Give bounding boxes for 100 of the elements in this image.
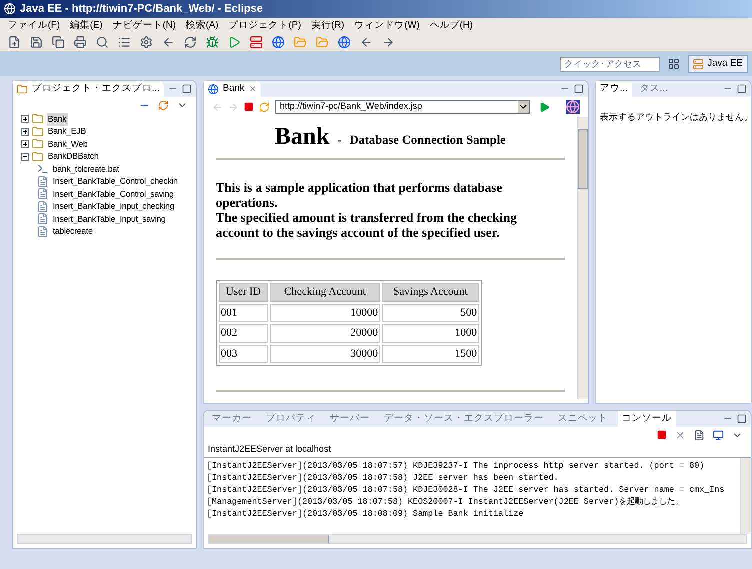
horizontal-scrollbar[interactable] bbox=[208, 534, 747, 544]
gear-icon[interactable] bbox=[140, 36, 153, 49]
table-cell: 1000 bbox=[382, 324, 480, 342]
expand-icon[interactable] bbox=[21, 115, 29, 124]
file-icon bbox=[37, 200, 49, 213]
back-icon[interactable] bbox=[360, 36, 373, 49]
process-label: InstantJ2EEServer at localhost bbox=[204, 443, 751, 458]
console-line: [InstantJ2EEServer](2013/03/05 18:07:58) KDJE30028-I The J2EE server has started. Server name = cmx_Ins bbox=[207, 484, 726, 496]
expand-icon[interactable] bbox=[21, 140, 29, 148]
table-cell: 1500 bbox=[382, 344, 480, 363]
bug-icon[interactable] bbox=[206, 36, 219, 49]
description-text: This is a sample application that performs database operations. bbox=[216, 180, 504, 210]
url-field[interactable]: http://tiwin7-pc/Bank_Web/index.jsp bbox=[275, 100, 530, 114]
list-icon[interactable] bbox=[118, 36, 131, 49]
globe-icon[interactable] bbox=[566, 100, 580, 114]
perspective-button[interactable]: Java EE bbox=[688, 55, 748, 73]
printer-icon[interactable] bbox=[74, 36, 87, 49]
menu-item[interactable]: 検索(A) bbox=[186, 18, 219, 34]
vertical-scrollbar[interactable] bbox=[740, 458, 751, 534]
menu-item[interactable]: プロジェクト(P) bbox=[228, 18, 302, 34]
file-icon bbox=[37, 188, 49, 200]
empty-outline-message: 表示するアウトラインはありません。 bbox=[599, 111, 751, 124]
globe-icon[interactable] bbox=[338, 36, 351, 49]
expand-icon[interactable] bbox=[21, 128, 29, 136]
table-cell: 20000 bbox=[270, 324, 380, 342]
file-icon bbox=[37, 226, 49, 238]
app-icon bbox=[4, 3, 16, 15]
console-line: [InstantJ2EEServer](2013/03/05 18:07:58) J2EE server has been started. bbox=[207, 472, 560, 484]
column-header: Checking Account bbox=[270, 283, 380, 302]
forward-icon[interactable] bbox=[382, 36, 395, 49]
close-icon[interactable] bbox=[248, 85, 257, 93]
page-heading: Bank bbox=[275, 123, 330, 152]
menu-item[interactable]: ウィンドウ(W) bbox=[354, 18, 420, 34]
console-line: [InstantJ2EEServer](2013/03/05 18:07:57) KDJE39237-I The inprocess http server started. (port = 80) bbox=[207, 460, 706, 472]
horizontal-scrollbar[interactable] bbox=[17, 534, 192, 544]
open-perspective-icon[interactable] bbox=[668, 58, 680, 70]
folder-icon bbox=[32, 126, 44, 138]
tree-item[interactable]: tablecreate bbox=[52, 225, 94, 238]
menu-item[interactable]: 実行(R) bbox=[311, 18, 345, 34]
remove-icon[interactable] bbox=[675, 430, 686, 440]
tree-item[interactable]: Bank bbox=[47, 113, 68, 126]
table-cell: 500 bbox=[382, 304, 480, 322]
table-cell: 002 bbox=[219, 324, 268, 342]
terminal-icon bbox=[37, 163, 49, 176]
description-text: The specified amount is transferred from the checking account to the savings account of the specified user. bbox=[216, 210, 518, 240]
server-icon[interactable] bbox=[250, 36, 263, 49]
menu-item[interactable]: ヘルプ(H) bbox=[430, 18, 474, 34]
globe-icon[interactable] bbox=[272, 36, 285, 49]
tree-item[interactable]: Insert_BankTable_Control_saving bbox=[52, 188, 175, 201]
window-title: Java EE - http://tiwin7-PC/Bank_Web/ - Eclipse bbox=[20, 2, 264, 17]
maximize-icon[interactable] bbox=[737, 414, 747, 424]
table-cell: 001 bbox=[219, 304, 268, 322]
quick-access-field[interactable]: クイック･アクセス bbox=[560, 56, 660, 72]
collapse-icon[interactable] bbox=[21, 152, 29, 161]
server-icon bbox=[692, 58, 704, 70]
maximize-icon[interactable] bbox=[574, 84, 584, 94]
vertical-scrollbar[interactable] bbox=[577, 117, 588, 399]
tree-item[interactable]: BankDBBatch bbox=[47, 150, 100, 164]
copy-icon[interactable] bbox=[52, 36, 65, 49]
panel-tab[interactable]: プロパティ bbox=[262, 411, 320, 427]
panel-tab[interactable]: アウ... bbox=[596, 81, 632, 97]
panel-tab[interactable]: スニペット bbox=[554, 411, 612, 427]
menu-item[interactable]: ナビゲート(N) bbox=[112, 18, 176, 34]
stop-icon[interactable] bbox=[244, 102, 254, 112]
url-text: http://tiwin7-pc/Bank_Web/index.jsp bbox=[279, 100, 424, 114]
search-icon[interactable] bbox=[96, 36, 109, 49]
new-file-icon[interactable] bbox=[8, 36, 21, 49]
run-icon[interactable] bbox=[228, 36, 241, 49]
column-header: Savings Account bbox=[382, 283, 480, 302]
folder-icon bbox=[32, 113, 44, 126]
panel-tab[interactable]: コンソール bbox=[618, 411, 676, 427]
table-cell: 10000 bbox=[270, 304, 380, 322]
panel-tab[interactable]: データ・ソース・エクスプローラー bbox=[380, 411, 548, 427]
tree-item[interactable]: Insert_BankTable_Input_saving bbox=[52, 212, 167, 226]
monitor-icon[interactable] bbox=[713, 430, 724, 440]
go-icon[interactable] bbox=[539, 102, 550, 112]
save-icon[interactable] bbox=[30, 36, 43, 49]
folder-icon bbox=[32, 138, 44, 150]
tree-item[interactable]: Insert_BankTable_Control_checkin bbox=[52, 175, 179, 188]
menu-item[interactable]: 編集(E) bbox=[70, 18, 103, 34]
separator-text: - bbox=[338, 132, 342, 149]
maximize-icon[interactable] bbox=[182, 84, 192, 94]
table-cell: 003 bbox=[219, 344, 268, 363]
folder-icon bbox=[17, 84, 28, 94]
globe-icon bbox=[208, 84, 219, 94]
tree-item[interactable]: Insert_BankTable_Input_checking bbox=[52, 200, 176, 214]
refresh-icon[interactable] bbox=[184, 36, 197, 49]
file-icon bbox=[37, 176, 49, 188]
panel-tab[interactable]: サーバー bbox=[326, 411, 374, 427]
panel-tab[interactable]: マーカー bbox=[208, 411, 256, 427]
menu-item[interactable]: ファイル(F) bbox=[8, 18, 60, 34]
dropdown-icon[interactable] bbox=[518, 101, 529, 113]
tree-item[interactable]: Bank_EJB bbox=[47, 125, 88, 138]
table-cell: 30000 bbox=[270, 344, 380, 363]
maximize-icon[interactable] bbox=[737, 84, 747, 94]
panel-tab[interactable]: タス... bbox=[636, 81, 672, 97]
tree-item[interactable]: Bank_Web bbox=[47, 138, 89, 151]
file-icon[interactable] bbox=[694, 430, 705, 440]
tree-item[interactable]: bank_tblcreate.bat bbox=[52, 162, 120, 176]
stop-icon[interactable] bbox=[657, 430, 667, 440]
